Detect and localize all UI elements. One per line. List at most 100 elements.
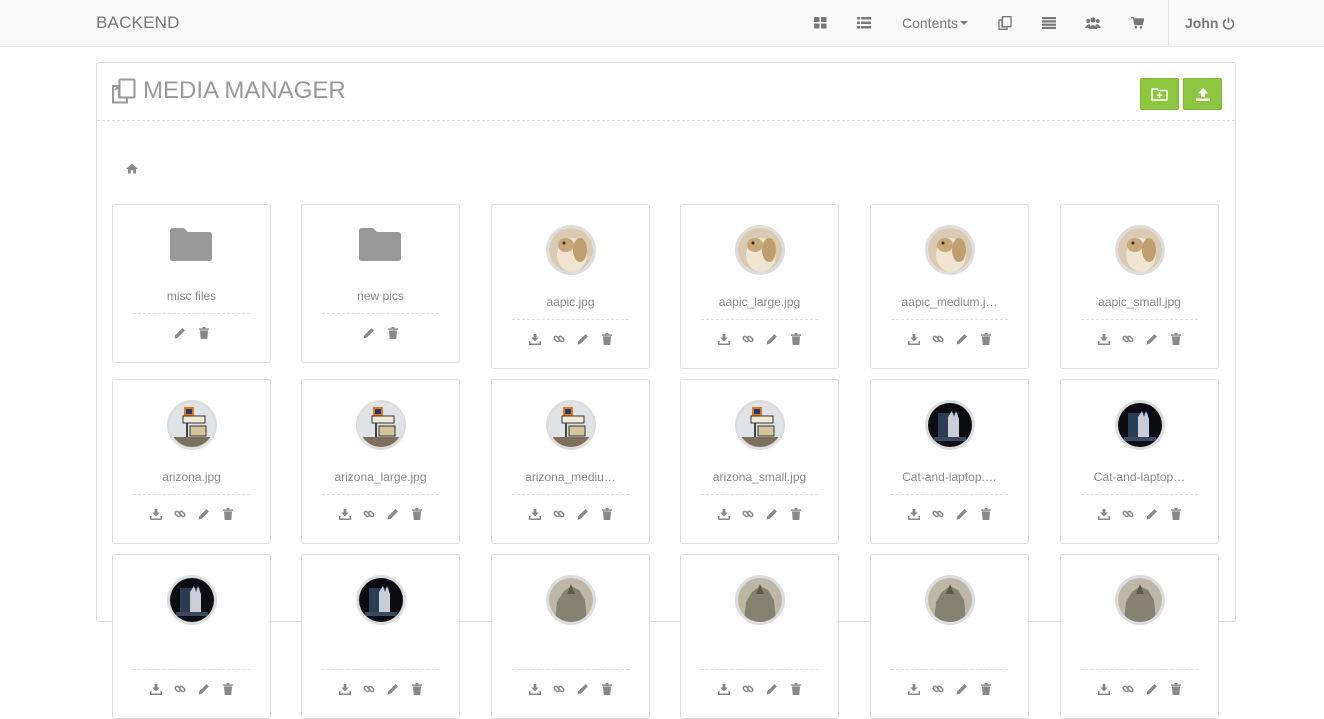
edit-icon[interactable] xyxy=(1146,508,1158,520)
edit-icon[interactable] xyxy=(198,508,210,520)
trash-icon[interactable] xyxy=(980,333,992,345)
file-card[interactable] xyxy=(1060,554,1219,719)
download-icon[interactable] xyxy=(717,683,730,695)
link-icon[interactable] xyxy=(362,508,375,520)
new-folder-button[interactable] xyxy=(1140,78,1179,110)
file-name[interactable]: aapic_large.jpg xyxy=(691,295,828,309)
file-name[interactable]: arizona.jpg xyxy=(123,470,260,484)
edit-icon[interactable] xyxy=(766,508,778,520)
link-icon[interactable] xyxy=(362,683,375,695)
folder-card[interactable]: new pics xyxy=(301,204,460,363)
users-nav-button[interactable] xyxy=(1083,0,1103,46)
file-card[interactable]: arizona_large.jpg xyxy=(301,379,460,544)
link-icon[interactable] xyxy=(1121,683,1134,695)
file-card[interactable]: arizona.jpg xyxy=(112,379,271,544)
download-icon[interactable] xyxy=(907,508,920,520)
breadcrumb-home[interactable] xyxy=(126,161,138,179)
download-icon[interactable] xyxy=(907,683,920,695)
link-icon[interactable] xyxy=(741,683,754,695)
link-icon[interactable] xyxy=(552,333,565,345)
file-name[interactable]: arizona_large.jpg xyxy=(312,470,449,484)
trash-icon[interactable] xyxy=(222,508,234,520)
link-icon[interactable] xyxy=(931,333,944,345)
edit-icon[interactable] xyxy=(577,508,589,520)
image-thumbnail[interactable] xyxy=(1115,400,1165,450)
file-name[interactable]: misc files xyxy=(123,289,260,303)
edit-icon[interactable] xyxy=(956,683,968,695)
trash-icon[interactable] xyxy=(790,683,802,695)
trash-icon[interactable] xyxy=(222,683,234,695)
trash-icon[interactable] xyxy=(790,333,802,345)
file-card[interactable]: aapic_small.jpg xyxy=(1060,204,1219,369)
cart-nav-button[interactable] xyxy=(1128,0,1146,46)
list-view-nav-button[interactable] xyxy=(855,0,873,46)
download-icon[interactable] xyxy=(1097,508,1110,520)
edit-icon[interactable] xyxy=(577,683,589,695)
grid-view-nav-button[interactable] xyxy=(811,0,829,46)
file-card[interactable]: arizona_small.jpg xyxy=(680,379,839,544)
link-icon[interactable] xyxy=(741,508,754,520)
trash-icon[interactable] xyxy=(601,683,613,695)
file-card[interactable]: aapic_medium.j… xyxy=(870,204,1029,369)
contents-dropdown[interactable]: Contents xyxy=(899,0,971,46)
image-thumbnail[interactable] xyxy=(735,400,785,450)
edit-icon[interactable] xyxy=(198,683,210,695)
file-card[interactable] xyxy=(301,554,460,719)
edit-icon[interactable] xyxy=(956,508,968,520)
edit-icon[interactable] xyxy=(956,333,968,345)
image-thumbnail[interactable] xyxy=(356,400,406,450)
folder-card[interactable]: misc files xyxy=(112,204,271,363)
file-name[interactable]: aapic_small.jpg xyxy=(1071,295,1208,309)
file-name[interactable]: aapic_medium.j… xyxy=(881,295,1018,309)
edit-icon[interactable] xyxy=(387,683,399,695)
download-icon[interactable] xyxy=(717,333,730,345)
image-thumbnail[interactable] xyxy=(167,400,217,450)
link-icon[interactable] xyxy=(1121,333,1134,345)
user-menu[interactable]: John xyxy=(1185,0,1235,46)
link-icon[interactable] xyxy=(552,508,565,520)
file-card[interactable]: Cat-and-laptop.… xyxy=(870,379,1029,544)
file-card[interactable]: arizona_mediu… xyxy=(491,379,650,544)
edit-icon[interactable] xyxy=(1146,333,1158,345)
edit-icon[interactable] xyxy=(1146,683,1158,695)
image-thumbnail[interactable] xyxy=(546,225,596,275)
trash-icon[interactable] xyxy=(980,508,992,520)
image-thumbnail[interactable] xyxy=(925,400,975,450)
edit-icon[interactable] xyxy=(387,508,399,520)
download-icon[interactable] xyxy=(528,683,541,695)
image-thumbnail[interactable] xyxy=(925,575,975,625)
download-icon[interactable] xyxy=(907,333,920,345)
link-icon[interactable] xyxy=(741,333,754,345)
download-icon[interactable] xyxy=(528,508,541,520)
file-name[interactable]: Cat-and-laptop.… xyxy=(881,470,1018,484)
download-icon[interactable] xyxy=(338,508,351,520)
file-name[interactable]: Cat-and-laptop… xyxy=(1071,470,1208,484)
file-card[interactable]: aapic_large.jpg xyxy=(680,204,839,369)
image-thumbnail[interactable] xyxy=(1115,575,1165,625)
file-card[interactable] xyxy=(491,554,650,719)
link-icon[interactable] xyxy=(931,683,944,695)
brand-title[interactable]: BACKEND xyxy=(96,13,180,33)
link-icon[interactable] xyxy=(931,508,944,520)
media-nav-button[interactable] xyxy=(996,0,1014,46)
trash-icon[interactable] xyxy=(387,327,399,339)
file-name[interactable]: arizona_small.jpg xyxy=(691,470,828,484)
trash-icon[interactable] xyxy=(411,683,423,695)
download-icon[interactable] xyxy=(1097,333,1110,345)
download-icon[interactable] xyxy=(717,508,730,520)
trash-icon[interactable] xyxy=(601,333,613,345)
trash-icon[interactable] xyxy=(601,508,613,520)
image-thumbnail[interactable] xyxy=(735,225,785,275)
link-icon[interactable] xyxy=(173,683,186,695)
file-card[interactable] xyxy=(870,554,1029,719)
trash-icon[interactable] xyxy=(411,508,423,520)
file-card[interactable] xyxy=(112,554,271,719)
file-name[interactable]: aapic.jpg xyxy=(502,295,639,309)
image-thumbnail[interactable] xyxy=(546,400,596,450)
image-thumbnail[interactable] xyxy=(546,575,596,625)
image-thumbnail[interactable] xyxy=(1115,225,1165,275)
file-card[interactable]: Cat-and-laptop… xyxy=(1060,379,1219,544)
download-icon[interactable] xyxy=(149,683,162,695)
download-icon[interactable] xyxy=(149,508,162,520)
file-card[interactable] xyxy=(680,554,839,719)
